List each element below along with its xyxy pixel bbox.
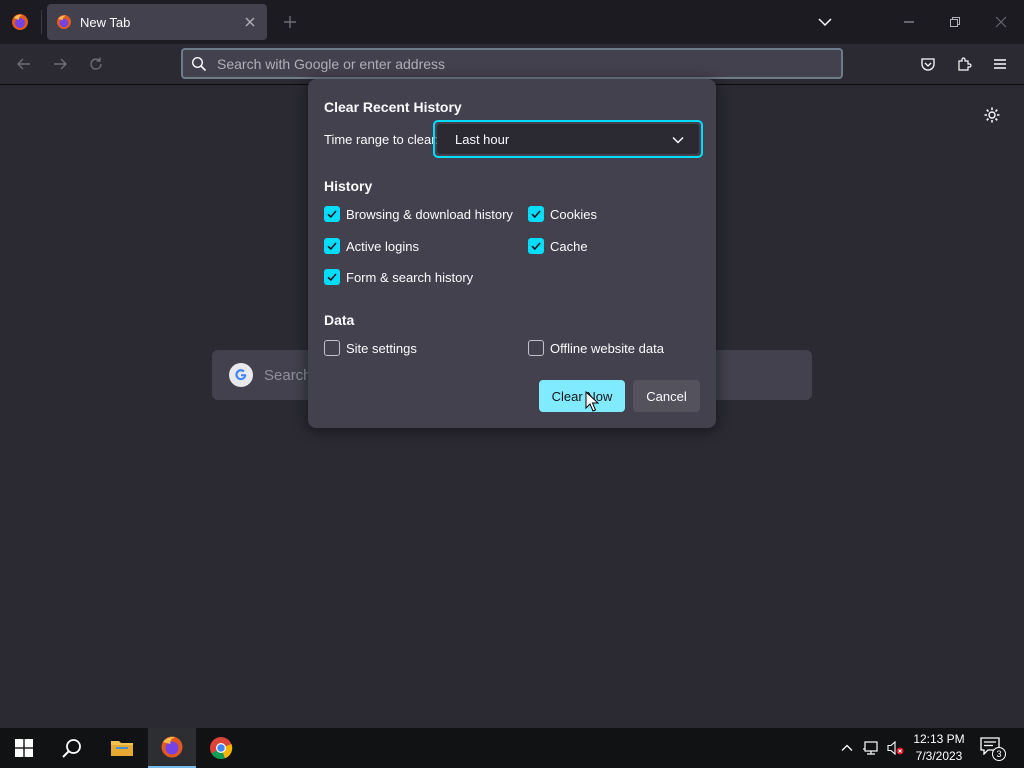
hamburger-menu-icon[interactable]: [991, 55, 1009, 73]
chevron-up-icon[interactable]: [838, 739, 856, 757]
checkbox-label: Active logins: [346, 238, 419, 254]
cancel-button[interactable]: Cancel: [633, 380, 700, 412]
checkbox-label: Cookies: [550, 206, 597, 222]
pocket-icon[interactable]: [919, 55, 937, 73]
checkmark-icon: [324, 269, 340, 285]
action-center-icon[interactable]: 3: [980, 737, 1006, 761]
active-logins-checkbox[interactable]: Active logins: [324, 238, 419, 254]
browsing-history-checkbox[interactable]: Browsing & download history: [324, 206, 513, 222]
new-tab-plus-icon[interactable]: [280, 12, 300, 32]
history-section-title: History: [324, 178, 373, 194]
chevron-down-icon: [671, 133, 685, 147]
checkbox-label: Cache: [550, 238, 588, 254]
search-icon: [191, 56, 207, 72]
data-section-title: Data: [324, 312, 355, 328]
firefox-view-icon[interactable]: [9, 11, 31, 33]
cookies-checkbox[interactable]: Cookies: [528, 206, 597, 222]
forward-arrow-icon[interactable]: [51, 55, 69, 73]
network-icon[interactable]: [862, 739, 880, 757]
tab-title: New Tab: [80, 14, 131, 30]
time-range-select[interactable]: Last hour: [433, 120, 703, 158]
clock-time: 12:13 PM: [913, 732, 965, 746]
clear-now-button[interactable]: Clear Now: [539, 380, 625, 412]
cache-checkbox[interactable]: Cache: [528, 238, 588, 254]
time-range-value: Last hour: [455, 131, 510, 147]
site-settings-checkbox[interactable]: Site settings: [324, 340, 417, 356]
gear-icon[interactable]: [983, 106, 1003, 126]
url-input[interactable]: [217, 55, 817, 72]
window-close-icon[interactable]: [992, 13, 1010, 31]
checkmark-icon: [324, 238, 340, 254]
restore-icon[interactable]: [946, 13, 964, 31]
file-explorer-icon[interactable]: [98, 728, 146, 768]
close-tab-icon[interactable]: [243, 15, 257, 29]
speaker-muted-icon[interactable]: [886, 739, 904, 757]
form-search-history-checkbox[interactable]: Form & search history: [324, 269, 473, 285]
search-icon[interactable]: [48, 728, 96, 768]
tab-strip: New Tab: [0, 0, 1024, 44]
list-all-tabs-chevron-icon[interactable]: [816, 13, 834, 31]
tab-separator: [41, 10, 42, 34]
tab-new-tab[interactable]: New Tab: [47, 4, 267, 40]
minimize-icon[interactable]: [900, 13, 918, 31]
time-range-label: Time range to clear:: [324, 132, 440, 147]
reload-icon[interactable]: [87, 55, 105, 73]
checkbox-label: Form & search history: [346, 269, 474, 285]
checkbox-label: Offline website data: [550, 340, 664, 356]
checkbox-label: Site settings: [346, 340, 417, 356]
firefox-icon: [56, 14, 72, 30]
clock-date: 7/3/2023: [915, 749, 963, 763]
notification-count-badge: 3: [992, 747, 1006, 761]
windows-start-icon[interactable]: [0, 728, 48, 768]
taskbar-chrome-icon[interactable]: [197, 728, 245, 768]
offline-website-data-checkbox[interactable]: Offline website data: [528, 340, 664, 356]
checkbox-box: [528, 340, 544, 356]
checkmark-icon: [324, 206, 340, 222]
checkbox-label: Browsing & download history: [346, 206, 513, 222]
windows-taskbar: 12:13 PM 7/3/2023 3: [0, 728, 1024, 768]
dialog-title: Clear Recent History: [324, 99, 462, 115]
extensions-icon[interactable]: [955, 55, 973, 73]
checkbox-box: [324, 340, 340, 356]
address-bar[interactable]: [181, 48, 843, 79]
system-clock[interactable]: 12:13 PM 7/3/2023: [905, 731, 973, 765]
web-search-placeholder: Search: [264, 366, 312, 384]
google-logo-icon: [228, 362, 254, 388]
checkmark-icon: [528, 206, 544, 222]
back-arrow-icon[interactable]: [15, 55, 33, 73]
clear-history-dialog: Clear Recent History Time range to clear…: [308, 79, 716, 428]
checkmark-icon: [528, 238, 544, 254]
taskbar-firefox-icon[interactable]: [148, 728, 196, 768]
